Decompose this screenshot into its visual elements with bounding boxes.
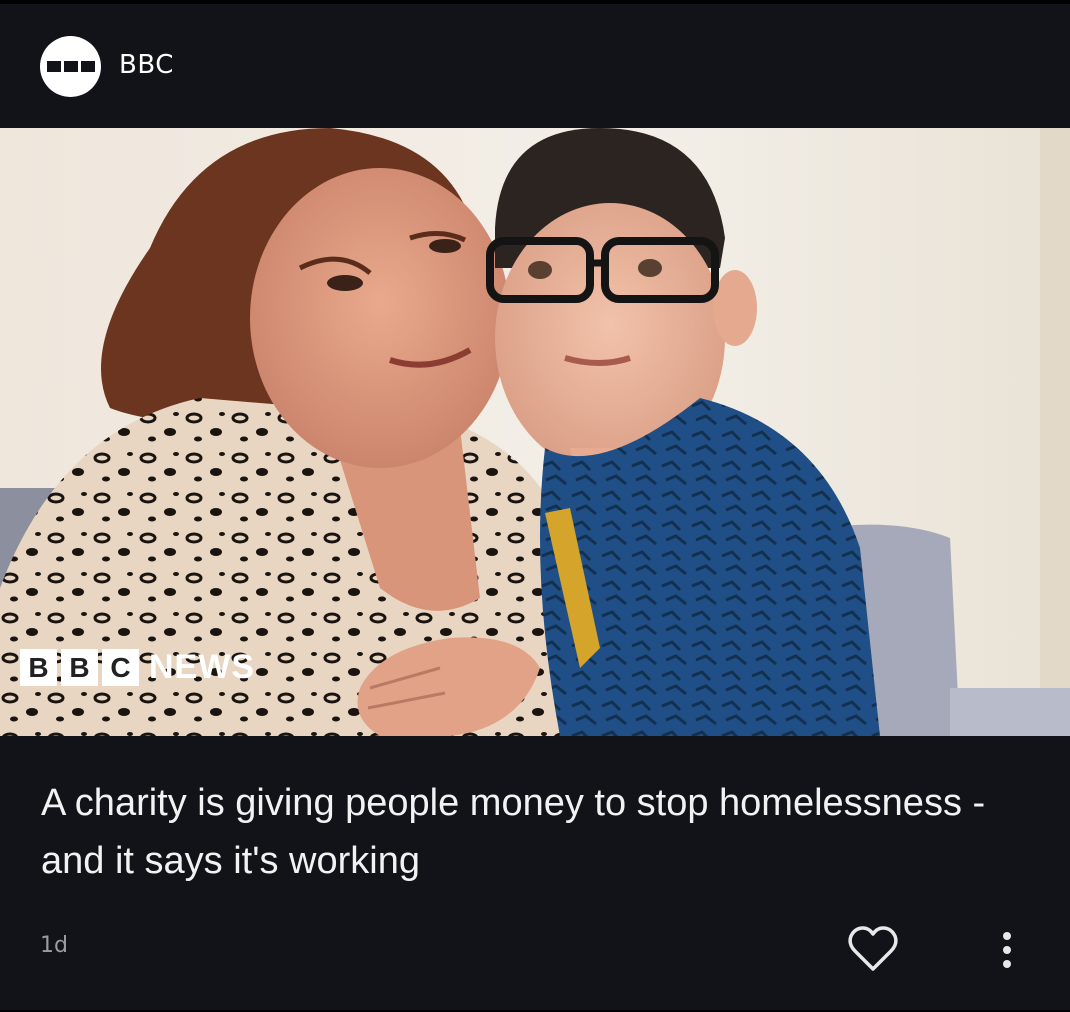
card-header: BBC xyxy=(0,4,1070,128)
article-image[interactable]: B B C NEWS xyxy=(0,128,1070,736)
news-card[interactable]: BBC B B C NEWS A charity is giving peopl… xyxy=(0,4,1070,1010)
photo-mother-and-son xyxy=(0,128,1070,736)
watermark-letter: C xyxy=(102,649,139,686)
source-name[interactable]: BBC xyxy=(119,50,174,80)
like-button[interactable] xyxy=(846,924,900,976)
article-headline[interactable]: A charity is giving people money to stop… xyxy=(41,774,1001,890)
article-age: 1d xyxy=(40,933,68,958)
watermark-letter: B xyxy=(61,649,98,686)
bbc-news-watermark: B B C NEWS xyxy=(20,648,255,687)
more-vertical-icon xyxy=(1003,932,1011,940)
heart-outline-icon xyxy=(848,926,898,971)
watermark-letter: B xyxy=(20,649,57,686)
more-options-button[interactable] xyxy=(990,924,1024,976)
watermark-word: NEWS xyxy=(149,648,255,686)
bbc-logo-icon[interactable] xyxy=(40,36,101,97)
